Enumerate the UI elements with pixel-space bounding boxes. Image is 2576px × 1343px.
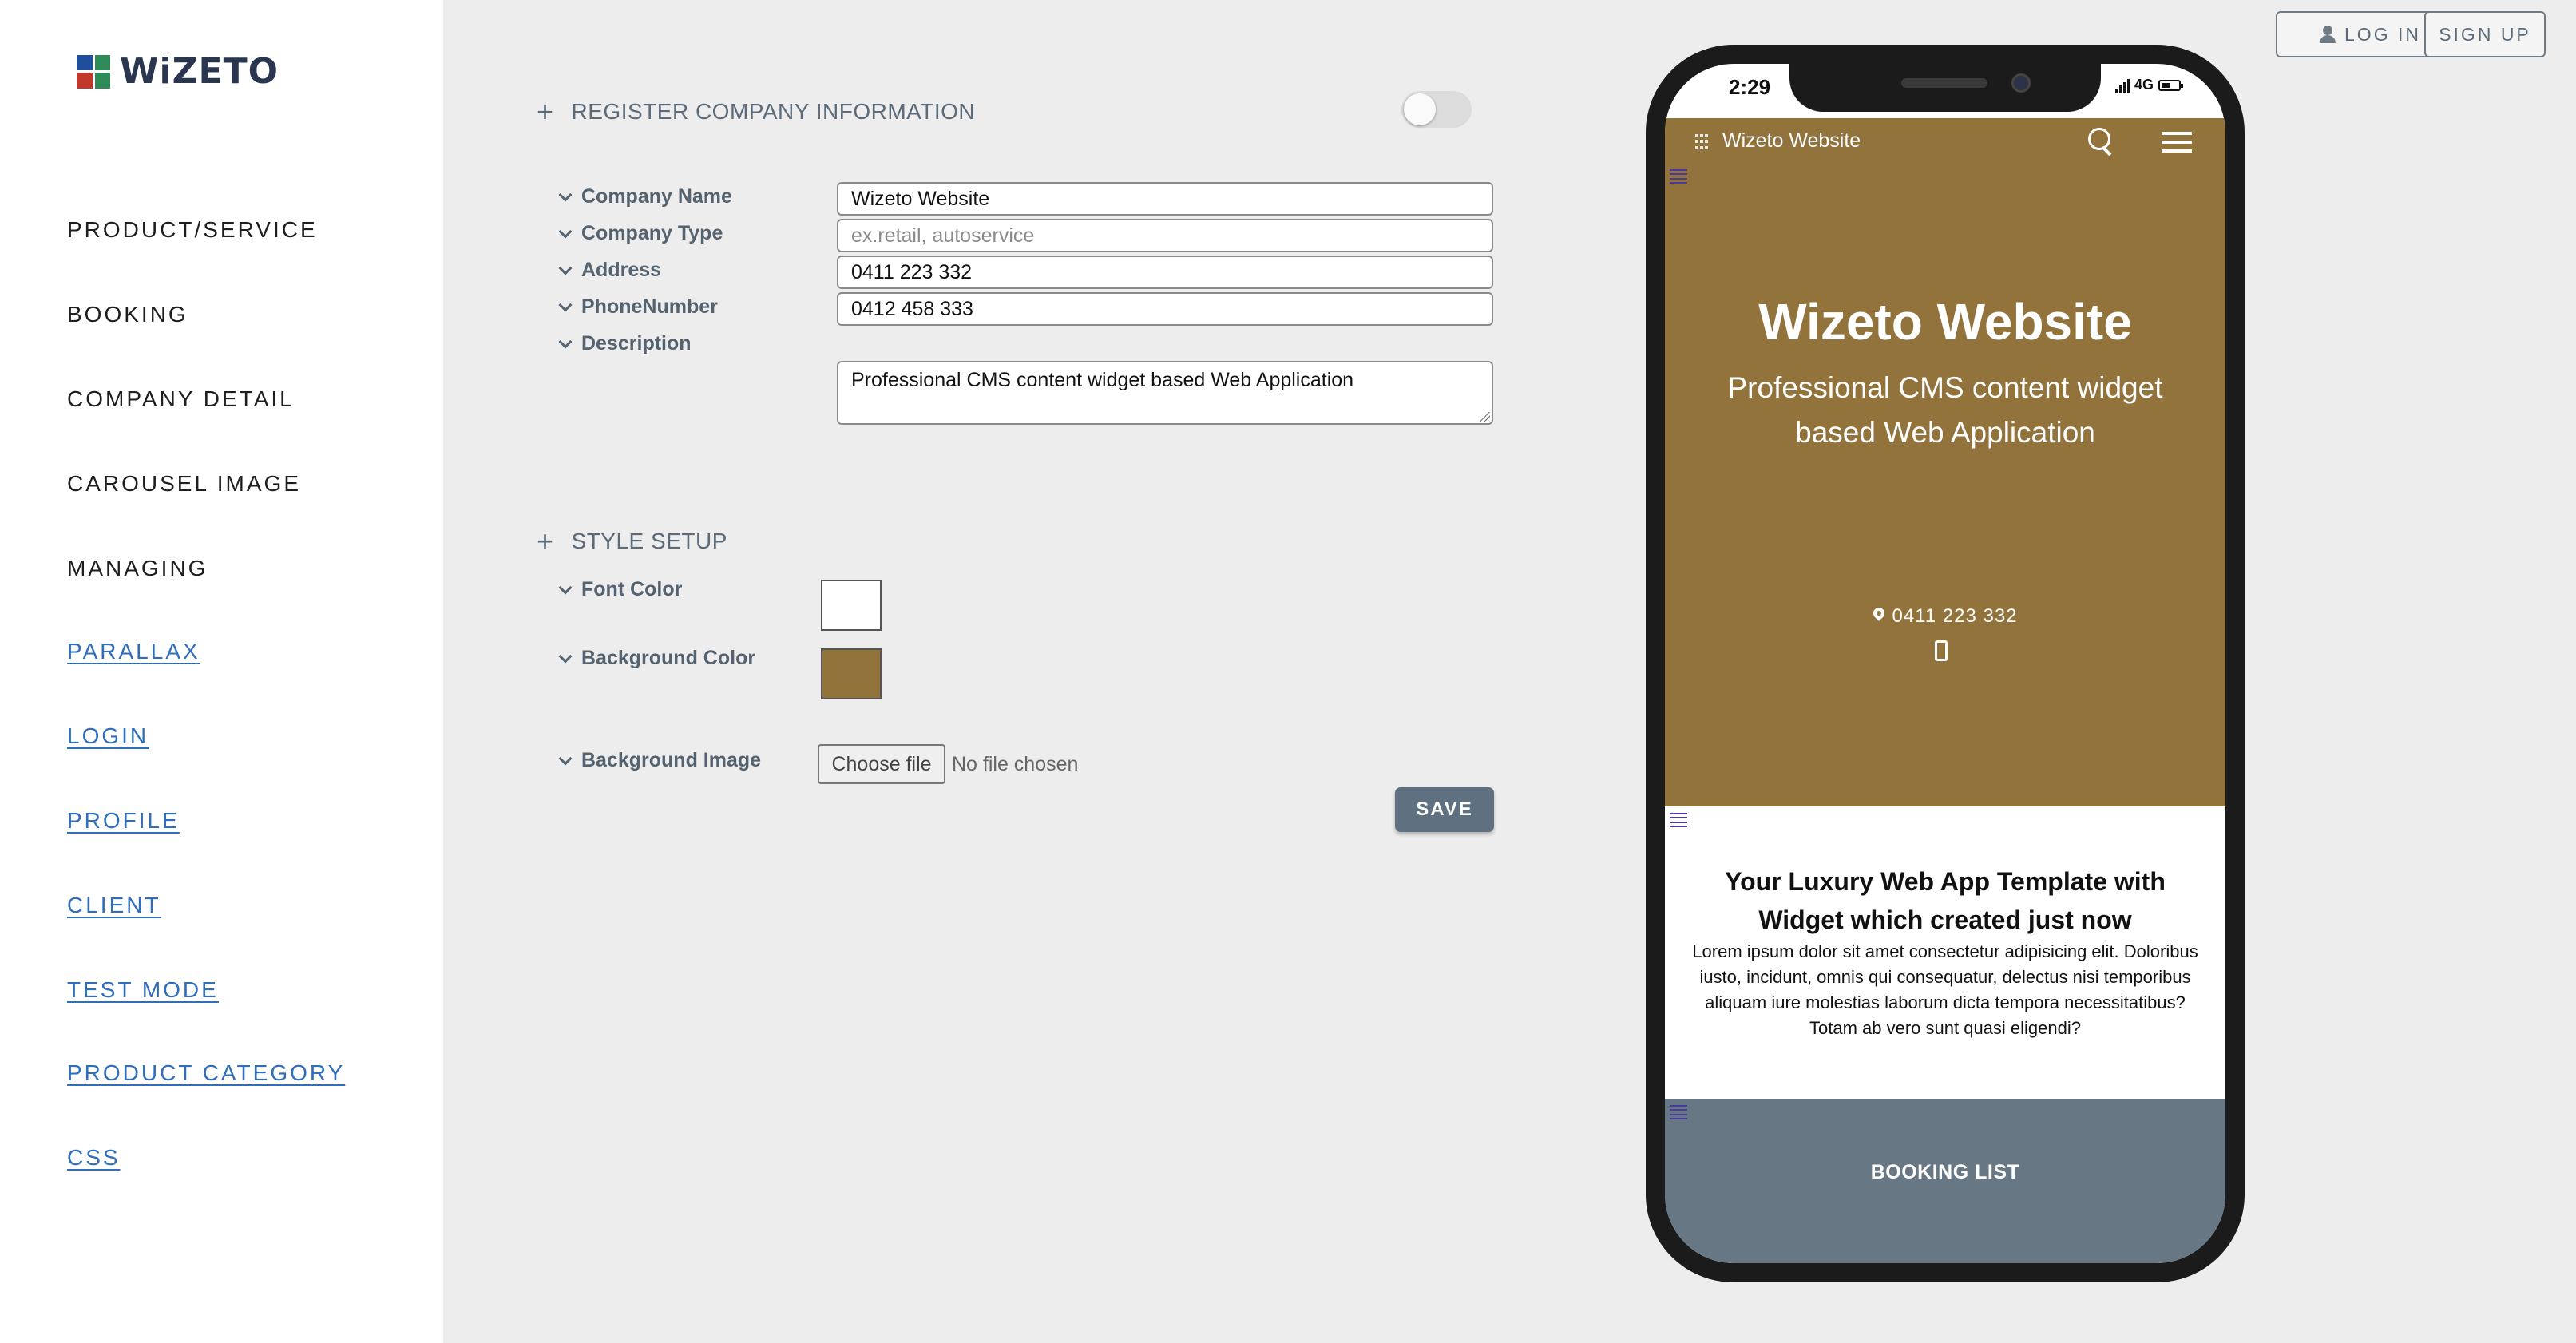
chevron-down-icon — [558, 188, 573, 201]
mobile-preview-frame: 2:29 4G Wizeto Website Wizeto Website Pr… — [1646, 45, 2245, 1282]
chevron-down-icon — [558, 298, 573, 311]
company-type-input[interactable]: ex.retail, autoservice — [837, 219, 1493, 252]
sidebar-item-carousel-image[interactable]: CAROUSEL IMAGE — [67, 471, 301, 497]
choose-file-button[interactable]: Choose file — [818, 744, 945, 784]
widget-handle-icon[interactable] — [1670, 169, 1687, 184]
company-name-label-text: Company Name — [581, 185, 732, 208]
status-time: 2:29 — [1729, 75, 1771, 99]
user-icon — [2319, 26, 2336, 43]
save-button[interactable]: SAVE — [1395, 787, 1494, 832]
address-input[interactable]: 0411 223 332 — [837, 256, 1493, 289]
login-label: LOG IN — [2344, 23, 2421, 45]
font-color-label-text: Font Color — [581, 578, 683, 600]
logo-mark-icon — [77, 54, 110, 89]
plus-icon: + — [537, 525, 554, 557]
font-color-swatch[interactable] — [821, 580, 882, 631]
sidebar-link-parallax[interactable]: PARALLAX — [67, 639, 200, 664]
hero-section: Wizeto Website Wizeto Website Profession… — [1665, 118, 2225, 806]
location-pin-icon — [1873, 608, 1885, 625]
company-settings-form: + REGISTER COMPANY INFORMATION Company N… — [443, 0, 1641, 1343]
phone-number-label: PhoneNumber — [557, 295, 718, 319]
app-bar-title: Wizeto Website — [1722, 129, 1861, 152]
hamburger-menu-icon[interactable] — [2162, 132, 2192, 153]
brand-logo[interactable]: WiZETO — [77, 51, 279, 92]
content-section: Your Luxury Web App Template with Widget… — [1665, 806, 2225, 1099]
company-type-label: Company Type — [557, 222, 723, 245]
status-indicators: 4G — [2114, 77, 2183, 93]
sidebar-link-product-category[interactable]: PRODUCT CATEGORY — [67, 1060, 345, 1086]
chevron-down-icon — [558, 224, 573, 238]
sidebar-link-login[interactable]: LOGIN — [67, 723, 149, 749]
resize-handle-icon[interactable] — [1480, 412, 1490, 422]
file-status-text: No file chosen — [952, 753, 1079, 775]
camera-icon — [2011, 73, 2031, 93]
style-setup-title: STYLE SETUP — [571, 529, 727, 553]
description-label: Description — [557, 332, 692, 355]
network-type: 4G — [2134, 77, 2154, 93]
background-color-label-text: Background Color — [581, 647, 756, 669]
widget-handle-icon[interactable] — [1670, 1105, 1687, 1119]
brand-name: WiZETO — [120, 51, 279, 92]
background-image-label-text: Background Image — [581, 749, 762, 771]
sidebar-item-managing[interactable]: MANAGING — [67, 556, 208, 581]
sidebar: WiZETO PRODUCT/SERVICE BOOKING COMPANY D… — [0, 0, 443, 1343]
battery-icon — [2158, 79, 2183, 91]
sidebar-item-company-detail[interactable]: COMPANY DETAIL — [67, 386, 295, 412]
speaker-icon — [1901, 78, 1987, 88]
sidebar-item-booking[interactable]: BOOKING — [67, 302, 188, 327]
chevron-down-icon — [558, 649, 573, 663]
content-section-title: Your Luxury Web App Template with Widget… — [1725, 867, 2166, 934]
company-type-label-text: Company Type — [581, 222, 723, 244]
register-company-header[interactable]: + REGISTER COMPANY INFORMATION — [537, 97, 975, 126]
sidebar-link-css[interactable]: CSS — [67, 1145, 121, 1171]
content-section-body: Lorem ipsum dolor sit amet consectetur a… — [1692, 941, 2198, 1038]
register-company-title: REGISTER COMPANY INFORMATION — [571, 99, 976, 124]
mobile-phone-icon — [1935, 640, 1948, 661]
drag-grid-icon[interactable] — [1695, 134, 1708, 150]
plus-icon: + — [537, 95, 554, 128]
company-name-label: Company Name — [557, 185, 732, 208]
sidebar-link-profile[interactable]: PROFILE — [67, 808, 180, 834]
chevron-down-icon — [558, 751, 573, 765]
sidebar-item-product-service[interactable]: PRODUCT/SERVICE — [67, 217, 318, 243]
style-setup-header[interactable]: + STYLE SETUP — [537, 527, 727, 556]
app-bar: Wizeto Website — [1665, 118, 2225, 164]
description-textarea[interactable]: Professional CMS content widget based We… — [837, 361, 1493, 425]
search-icon[interactable] — [2088, 128, 2115, 155]
booking-list-title: BOOKING LIST — [1870, 1161, 2020, 1183]
chevron-down-icon — [558, 335, 573, 348]
address-label: Address — [557, 259, 661, 282]
hero-title: Wizeto Website — [1758, 293, 2132, 351]
description-text: Professional CMS content widget based We… — [851, 369, 1354, 391]
chevron-down-icon — [558, 261, 573, 275]
chevron-down-icon — [558, 580, 573, 594]
hero-subtitle: Professional CMS content widget based We… — [1727, 371, 2163, 449]
background-color-swatch[interactable] — [821, 648, 882, 699]
mobile-preview-screen: 2:29 4G Wizeto Website Wizeto Website Pr… — [1665, 64, 2225, 1263]
background-color-label: Background Color — [557, 647, 755, 670]
signal-icon — [2114, 78, 2130, 93]
sidebar-link-test-mode[interactable]: TEST MODE — [67, 977, 219, 1003]
font-color-label: Font Color — [557, 578, 682, 601]
phone-number-input[interactable]: 0412 458 333 — [837, 292, 1493, 326]
phone-notch — [1789, 64, 2101, 112]
sidebar-link-client[interactable]: CLIENT — [67, 893, 161, 918]
widget-handle-icon[interactable] — [1670, 813, 1687, 827]
signup-button[interactable]: SIGN UP — [2424, 11, 2546, 57]
address-label-text: Address — [581, 259, 662, 281]
hero-contact: 0411 223 332 — [1665, 605, 2225, 628]
background-image-label: Background Image — [557, 749, 761, 772]
description-label-text: Description — [581, 332, 692, 355]
phone-number-label-text: PhoneNumber — [581, 295, 718, 318]
booking-section: BOOKING LIST — [1665, 1099, 2225, 1263]
company-name-input[interactable]: Wizeto Website — [837, 182, 1493, 216]
register-company-toggle[interactable] — [1401, 91, 1472, 128]
hero-phone-text: 0411 223 332 — [1892, 605, 2018, 627]
